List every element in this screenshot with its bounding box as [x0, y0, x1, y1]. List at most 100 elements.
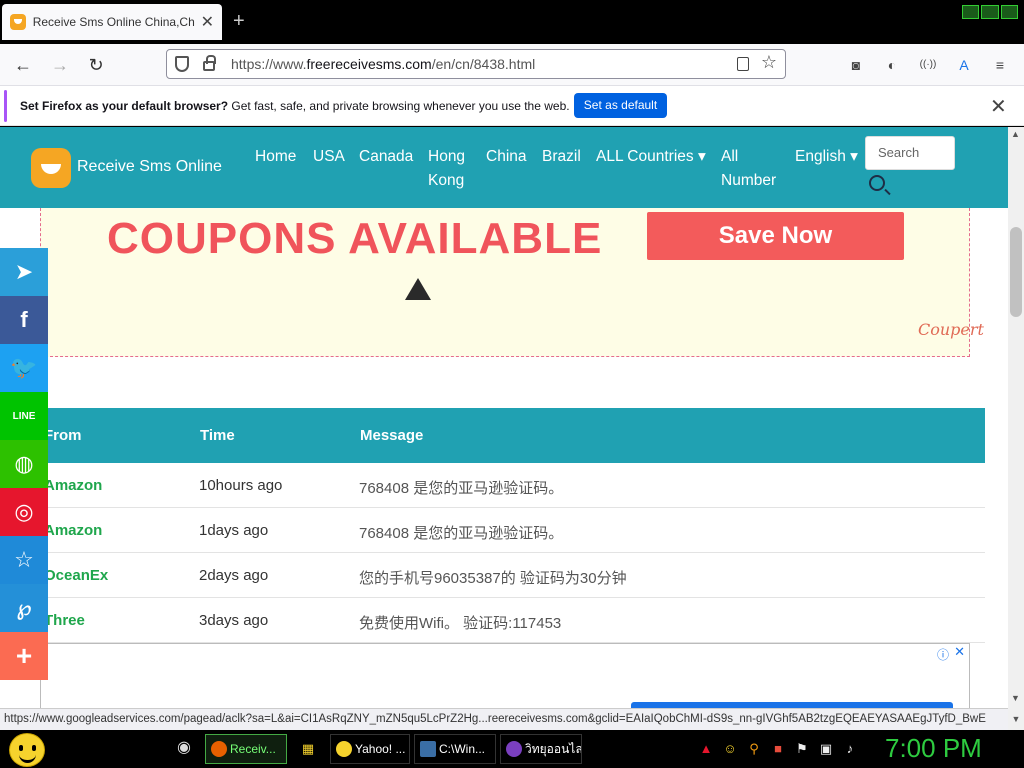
taskbar-cmd[interactable]: C:\Win...: [414, 734, 496, 764]
network-icon[interactable]: ▣: [818, 741, 834, 757]
ad-info-icon[interactable]: ⓘ: [937, 646, 949, 663]
nav-all-countries[interactable]: ALL Countries ▾: [596, 145, 706, 169]
save-now-button[interactable]: Save Now: [647, 212, 904, 260]
sender-link[interactable]: OceanEx: [44, 567, 108, 584]
nav-china[interactable]: China: [486, 145, 527, 169]
ad-brand-logo: Coupert: [918, 320, 984, 339]
scrollbar-thumb[interactable]: [1010, 227, 1022, 317]
message-text: 768408 是您的亚马逊验证码。: [359, 480, 564, 497]
taskbar-firefox[interactable]: Receiv...: [205, 734, 287, 764]
nav-brazil[interactable]: Brazil: [542, 145, 581, 169]
tray-flag-icon[interactable]: ⚑: [794, 741, 810, 757]
tab-strip: Receive Sms Online China,Chin ✕ +: [0, 0, 1024, 44]
address-bar[interactable]: https://www.freereceivesms.com/en/cn/843…: [166, 49, 786, 79]
translate-icon[interactable]: A: [954, 55, 974, 75]
set-as-default-button[interactable]: Set as default: [574, 93, 667, 118]
tray-search-icon[interactable]: ⚲: [746, 741, 762, 757]
volume-icon[interactable]: ♪: [842, 741, 858, 757]
site-header: Receive Sms Online Home USA Canada Hong …: [0, 127, 1008, 208]
message-time: 2days ago: [199, 567, 269, 584]
line-icon[interactable]: LINE: [0, 392, 48, 440]
tray-app-icon[interactable]: ■: [770, 741, 786, 757]
column-message: Message: [360, 427, 424, 444]
scroll-up-icon[interactable]: ▲: [1011, 129, 1020, 139]
site-brand[interactable]: Receive Sms Online: [77, 158, 222, 176]
new-tab-button[interactable]: +: [233, 10, 245, 33]
google-ad-frame[interactable]: ⓘ ✕: [40, 643, 970, 708]
tracking-shield-icon[interactable]: [175, 56, 189, 72]
site-logo-icon[interactable]: [31, 148, 71, 188]
chrome-icon[interactable]: ◉: [176, 740, 192, 756]
plus-icon[interactable]: +: [0, 632, 48, 680]
nav-all[interactable]: All: [721, 145, 738, 169]
nav-canada[interactable]: Canada: [359, 145, 413, 169]
tab-close-button[interactable]: ✕: [201, 12, 214, 32]
message-time: 3days ago: [199, 612, 269, 629]
tray-smiley-icon[interactable]: ☺: [722, 741, 738, 757]
message-time: 10hours ago: [199, 477, 283, 494]
coupon-ad-banner[interactable]: COUPONS AVAILABLE Save Now Coupert: [40, 208, 984, 357]
search-input[interactable]: Search: [865, 136, 955, 170]
notification-close-icon[interactable]: ✕: [990, 94, 1007, 119]
nav-home[interactable]: Home: [255, 145, 296, 169]
clock[interactable]: 7:00 PM: [885, 733, 982, 764]
weibo-icon[interactable]: ◎: [0, 488, 48, 536]
wechat-icon[interactable]: ◍: [0, 440, 48, 488]
table-row: Amazon 10hours ago 768408 是您的亚马逊验证码。: [40, 463, 985, 508]
taskbar: ◉ Receiv... ▦ Yahoo! ... C:\Win... วิทยุ…: [0, 730, 1024, 768]
forward-arrow-icon[interactable]: →: [47, 52, 73, 78]
notification-accent: [4, 90, 7, 122]
window-controls[interactable]: [962, 5, 1018, 19]
table-row: Amazon 1days ago 768408 是您的亚马逊验证码。: [40, 508, 985, 553]
star-icon[interactable]: ☆: [0, 536, 48, 584]
navigation-toolbar: ← → ↻ https://www.freereceivesms.com/en/…: [0, 44, 1024, 86]
site-favicon-icon: [10, 14, 26, 30]
facebook-icon[interactable]: f: [0, 296, 48, 344]
message-text: 768408 是您的亚马逊验证码。: [359, 525, 564, 542]
taskbar-yahoo[interactable]: Yahoo! ...: [330, 734, 410, 764]
page-scrollbar[interactable]: ▲ ▼: [1008, 127, 1024, 708]
lock-icon[interactable]: [203, 55, 216, 71]
status-url: https://www.googleadservices.com/pagead/…: [0, 708, 1008, 730]
pinterest-icon[interactable]: ℘: [0, 584, 48, 632]
message-text: 您的手机号96035387的 验证码为30分钟: [359, 570, 627, 587]
nav-hong[interactable]: Hong: [428, 145, 465, 169]
web-page: Receive Sms Online Home USA Canada Hong …: [0, 127, 1008, 708]
nav-usa[interactable]: USA: [313, 145, 345, 169]
folder-icon[interactable]: ▦: [300, 741, 316, 757]
tray-robot-icon[interactable]: ▲: [698, 741, 714, 757]
search-icon[interactable]: [869, 175, 885, 191]
scroll-down-icon[interactable]: ▼: [1011, 693, 1020, 703]
start-button-smiley-icon[interactable]: [9, 733, 45, 767]
back-arrow-icon[interactable]: ←: [10, 52, 36, 78]
message-time: 1days ago: [199, 522, 269, 539]
menu-icon[interactable]: ≡: [990, 55, 1010, 75]
messages-table-header: From Time Message: [40, 408, 985, 463]
browser-tab[interactable]: Receive Sms Online China,Chin ✕: [2, 4, 222, 40]
scroll-down-icon[interactable]: ▼: [1008, 708, 1024, 730]
tab-title: Receive Sms Online China,Chin: [32, 15, 195, 29]
nav-number[interactable]: Number: [721, 169, 776, 193]
bookmark-star-icon[interactable]: ☆: [761, 52, 777, 73]
sender-link[interactable]: Three: [44, 612, 85, 629]
reload-icon[interactable]: ↻: [83, 52, 109, 78]
ad-arrow-icon: [405, 278, 431, 300]
message-text: 免费使用Wifi。 验证码:117453: [359, 615, 562, 632]
extension-flag-icon[interactable]: ◐: [882, 55, 902, 75]
pocket-icon[interactable]: ◙: [846, 55, 866, 75]
extension-icon[interactable]: ((·)): [918, 55, 938, 75]
table-row: OceanEx 2days ago 您的手机号96035387的 验证码为30分…: [40, 553, 985, 598]
sender-link[interactable]: Amazon: [44, 522, 102, 539]
ad-close-icon[interactable]: ✕: [954, 644, 965, 660]
telegram-icon[interactable]: ➤: [0, 248, 48, 296]
taskbar-radio[interactable]: วิทยุออนไลน์ - ...: [500, 734, 582, 764]
notification-message: Set Firefox as your default browser? Get…: [20, 99, 570, 113]
twitter-icon[interactable]: 🐦: [0, 344, 48, 392]
reader-view-icon[interactable]: [737, 57, 749, 71]
nav-kong[interactable]: Kong: [428, 169, 464, 193]
ad-headline: COUPONS AVAILABLE: [107, 214, 603, 263]
sender-link[interactable]: Amazon: [44, 477, 102, 494]
language-dropdown[interactable]: English ▾: [795, 145, 858, 169]
table-row: Three 3days ago 免费使用Wifi。 验证码:117453: [40, 598, 985, 643]
url-text[interactable]: https://www.freereceivesms.com/en/cn/843…: [231, 56, 535, 72]
